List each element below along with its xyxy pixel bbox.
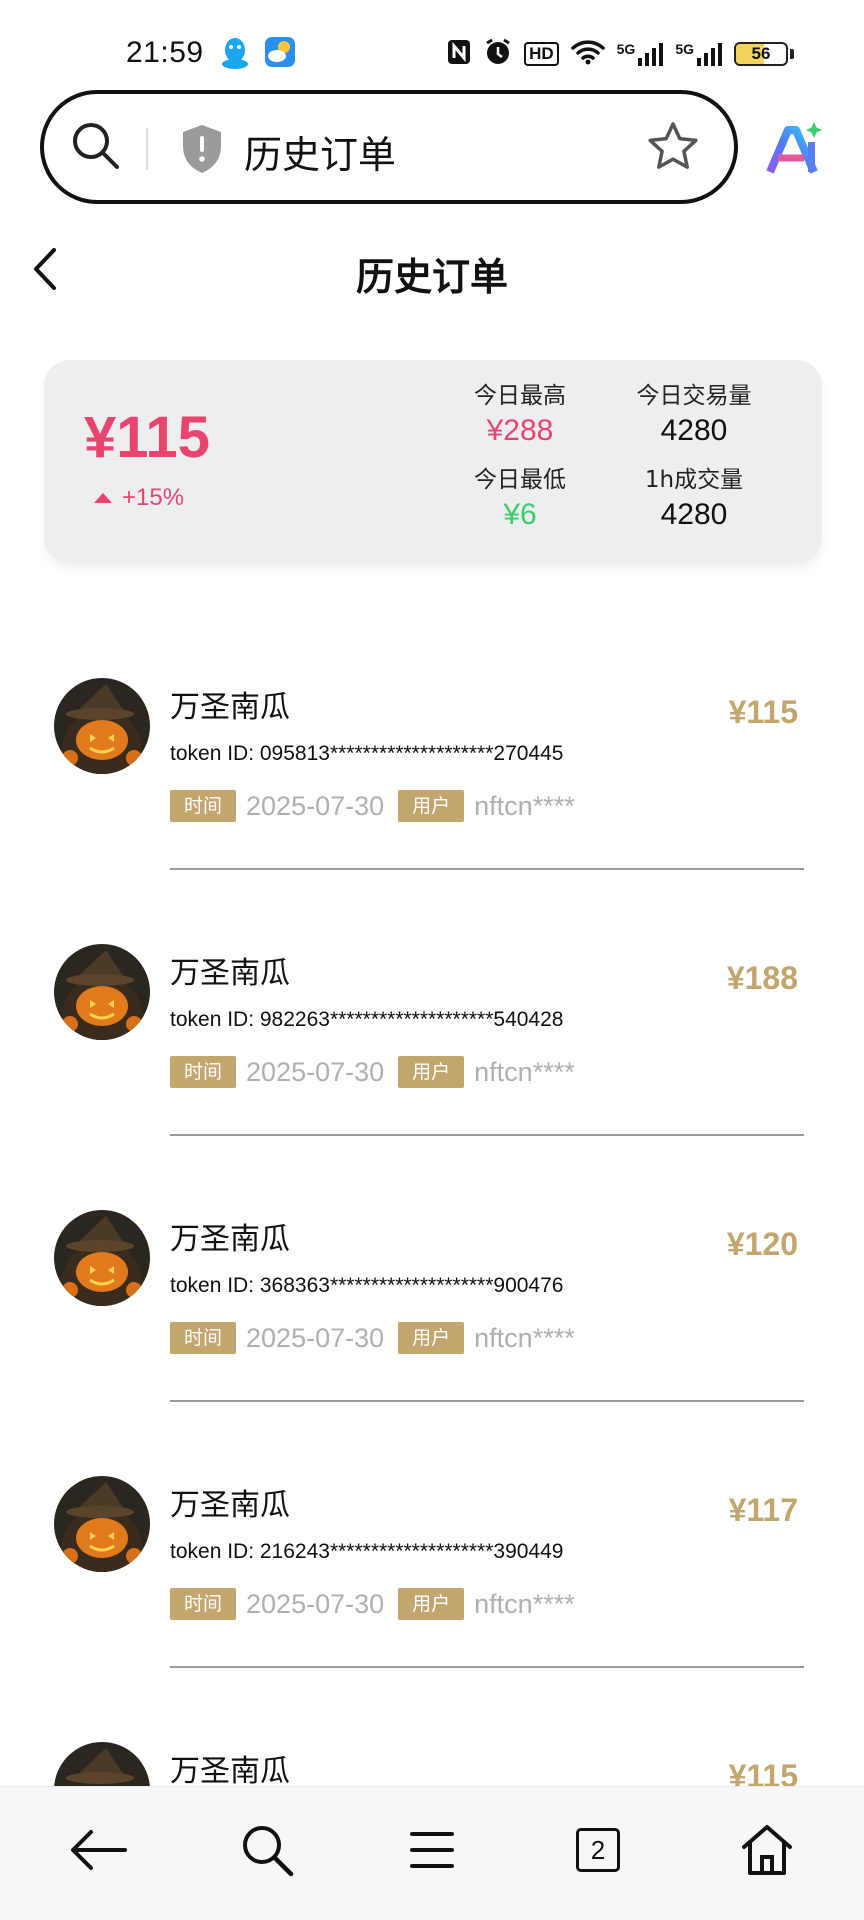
item-meta: 时间 2025-07-30 用户 nftcn**** bbox=[170, 1056, 589, 1088]
battery-nub bbox=[790, 49, 794, 59]
pumpkin-avatar bbox=[54, 944, 150, 1040]
address-title[interactable]: 历史订单 bbox=[244, 124, 396, 179]
item-name: 万圣南瓜 bbox=[170, 1222, 290, 1257]
pumpkin-avatar bbox=[54, 678, 150, 774]
time-value: 2025-07-30 bbox=[246, 1588, 385, 1619]
stat-label: 今日交易量 bbox=[636, 383, 752, 409]
hd-icon: HD bbox=[524, 42, 559, 66]
home-icon[interactable] bbox=[732, 1815, 802, 1885]
status-app-icons bbox=[220, 36, 296, 74]
menu-icon[interactable] bbox=[397, 1815, 467, 1885]
stat-value: 4280 bbox=[660, 498, 728, 531]
star-icon[interactable] bbox=[646, 120, 700, 178]
page-title: 历史订单 bbox=[355, 255, 508, 299]
item-name: 万圣南瓜 bbox=[170, 1754, 290, 1786]
battery-icon: 56 bbox=[734, 42, 788, 66]
search-icon[interactable] bbox=[232, 1815, 302, 1885]
divider bbox=[170, 1666, 804, 1668]
token-id: token ID: 216243********************3904… bbox=[170, 1540, 564, 1563]
status-right: HD 5G 5G 56 bbox=[446, 38, 794, 70]
stat-today-volume: 今日交易量 4280 bbox=[614, 376, 774, 448]
pumpkin-avatar bbox=[54, 1742, 150, 1786]
signal-5g-icon: 5G bbox=[617, 42, 664, 66]
ai-assistant-icon[interactable] bbox=[764, 118, 826, 184]
divider bbox=[170, 1134, 804, 1136]
status-bar: 21:59 HD 5G 5G 56 bbox=[0, 0, 864, 90]
wifi-icon bbox=[570, 39, 605, 69]
token-id: token ID: 095813********************2704… bbox=[170, 742, 564, 765]
user-tag: 用户 bbox=[398, 1588, 465, 1620]
shield-icon[interactable] bbox=[178, 122, 226, 180]
item-meta: 时间 2025-07-30 用户 nftcn**** bbox=[170, 1322, 589, 1354]
tab-count: 2 bbox=[576, 1828, 620, 1872]
stat-label: 今日最低 bbox=[474, 467, 566, 493]
token-id: token ID: 368363********************9004… bbox=[170, 1274, 564, 1297]
time-value: 2025-07-30 bbox=[246, 1322, 385, 1353]
qq-icon bbox=[220, 36, 250, 74]
token-id: token ID: 982263********************5404… bbox=[170, 1008, 564, 1031]
item-price: ¥115 bbox=[728, 1758, 798, 1786]
item-price: ¥188 bbox=[726, 960, 798, 996]
time-tag: 时间 bbox=[170, 1056, 237, 1088]
stat-label: 1h成交量 bbox=[644, 467, 744, 493]
time-tag: 时间 bbox=[170, 1588, 237, 1620]
stat-today-low: 今日最低 ¥6 bbox=[440, 460, 600, 532]
alarm-icon bbox=[484, 38, 512, 70]
user-value: nftcn**** bbox=[474, 790, 575, 821]
user-tag: 用户 bbox=[398, 790, 465, 822]
time-value: 2025-07-30 bbox=[246, 1056, 385, 1087]
user-value: nftcn**** bbox=[474, 1588, 575, 1619]
item-price: ¥115 bbox=[728, 694, 798, 730]
pumpkin-avatar bbox=[54, 1476, 150, 1572]
user-tag: 用户 bbox=[398, 1056, 465, 1088]
time-value: 2025-07-30 bbox=[246, 790, 385, 821]
address-divider bbox=[146, 128, 148, 170]
stat-today-high: 今日最高 ¥288 bbox=[440, 376, 600, 448]
price-summary-card: ¥115 +15% 今日最高 ¥288 今日交易量 4280 今日最低 ¥6 1… bbox=[44, 360, 822, 564]
back-arrow-icon[interactable] bbox=[64, 1815, 134, 1885]
item-price: ¥117 bbox=[728, 1492, 798, 1528]
current-price: ¥115 bbox=[84, 405, 210, 470]
stat-hour-volume: 1h成交量 4280 bbox=[614, 460, 774, 532]
time-tag: 时间 bbox=[170, 1322, 237, 1354]
bottom-navigation: 2 bbox=[0, 1786, 864, 1920]
signal-5g-icon-2: 5G bbox=[675, 42, 722, 66]
search-icon[interactable] bbox=[68, 118, 124, 178]
stat-value: ¥288 bbox=[486, 414, 554, 447]
item-price: ¥120 bbox=[726, 1226, 798, 1262]
status-time: 21:59 bbox=[126, 36, 204, 69]
price-change-value: +15% bbox=[122, 484, 185, 511]
time-tag: 时间 bbox=[170, 790, 237, 822]
item-name: 万圣南瓜 bbox=[170, 956, 290, 991]
address-bar[interactable]: 历史订单 bbox=[40, 90, 738, 204]
list-item[interactable]: 万圣南瓜 ¥115 token ID: 095813**************… bbox=[0, 660, 864, 880]
weather-icon bbox=[264, 36, 296, 74]
list-item[interactable]: 万圣南瓜 ¥188 token ID: 982263**************… bbox=[0, 926, 864, 1146]
price-change: +15% bbox=[94, 484, 184, 512]
divider bbox=[170, 1400, 804, 1402]
list-item[interactable]: 万圣南瓜 ¥115 bbox=[0, 1724, 864, 1786]
item-meta: 时间 2025-07-30 用户 nftcn**** bbox=[170, 790, 589, 822]
item-name: 万圣南瓜 bbox=[170, 690, 290, 725]
list-item[interactable]: 万圣南瓜 ¥117 token ID: 216243**************… bbox=[0, 1458, 864, 1678]
stat-value: 4280 bbox=[660, 414, 728, 447]
stat-label: 今日最高 bbox=[474, 383, 566, 409]
user-value: nftcn**** bbox=[474, 1322, 575, 1353]
stat-value: ¥6 bbox=[503, 498, 537, 531]
item-name: 万圣南瓜 bbox=[170, 1488, 290, 1523]
user-tag: 用户 bbox=[398, 1322, 465, 1354]
list-item[interactable]: 万圣南瓜 ¥120 token ID: 368363**************… bbox=[0, 1192, 864, 1412]
up-triangle-icon bbox=[94, 493, 112, 503]
pumpkin-avatar bbox=[54, 1210, 150, 1306]
user-value: nftcn**** bbox=[474, 1056, 575, 1087]
item-meta: 时间 2025-07-30 用户 nftcn**** bbox=[170, 1588, 589, 1620]
divider bbox=[170, 868, 804, 870]
nfc-icon bbox=[446, 38, 472, 70]
tabs-icon[interactable]: 2 bbox=[563, 1815, 633, 1885]
